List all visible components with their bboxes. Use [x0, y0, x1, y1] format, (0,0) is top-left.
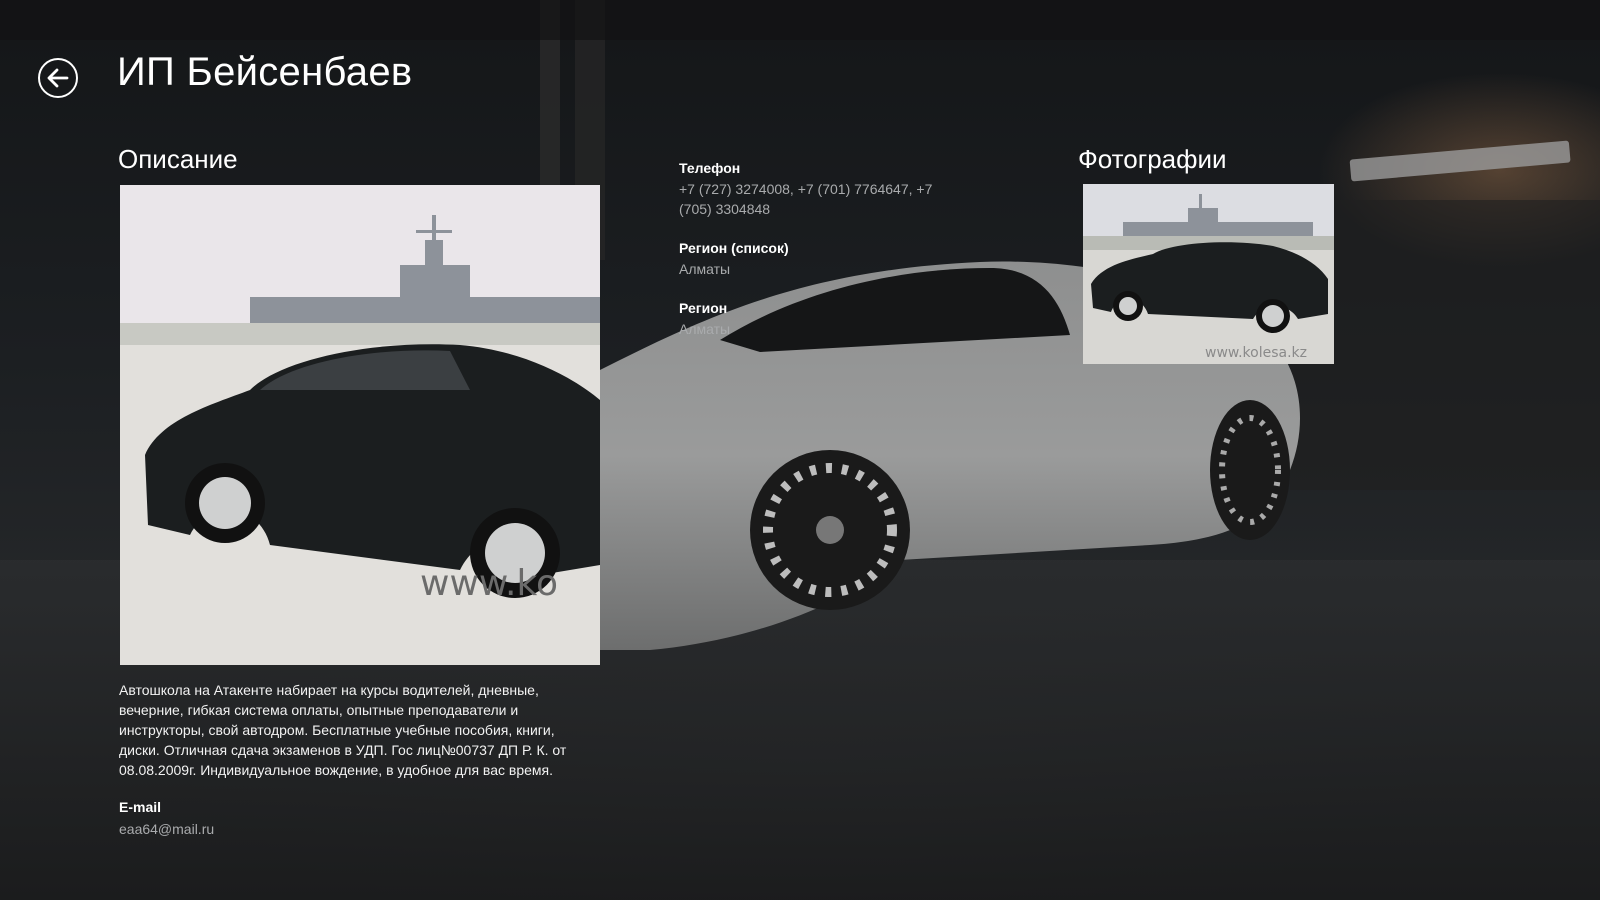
back-arrow-icon — [47, 68, 69, 88]
phone-label: Телефон — [679, 160, 741, 176]
region-value: Алматы — [679, 321, 731, 337]
phone-value[interactable]: +7 (727) 3274008, +7 (701) 7764647, +7 (… — [679, 179, 939, 219]
photos-section-title: Фотографии — [1078, 144, 1227, 174]
region-list-label: Регион (список) — [679, 240, 789, 256]
email-value[interactable]: eaa64@mail.ru — [119, 819, 214, 839]
photo-thumbnail[interactable]: www.kolesa.kz — [1083, 184, 1334, 364]
region-label: Регион — [679, 300, 728, 316]
back-button[interactable] — [38, 58, 78, 98]
main-photo: www.ko — [120, 185, 600, 665]
thumb-watermark-text: www.kolesa.kz — [1205, 345, 1307, 361]
watermark-text: www.ko — [420, 563, 558, 604]
description-text: Автошкола на Атакенте набирает на курсы … — [119, 682, 567, 778]
description-section-title: Описание — [118, 144, 238, 174]
email-label: E-mail — [119, 799, 162, 815]
region-list-value: Алматы — [679, 261, 731, 277]
page-title: ИП Бейсенбаев — [117, 50, 413, 94]
